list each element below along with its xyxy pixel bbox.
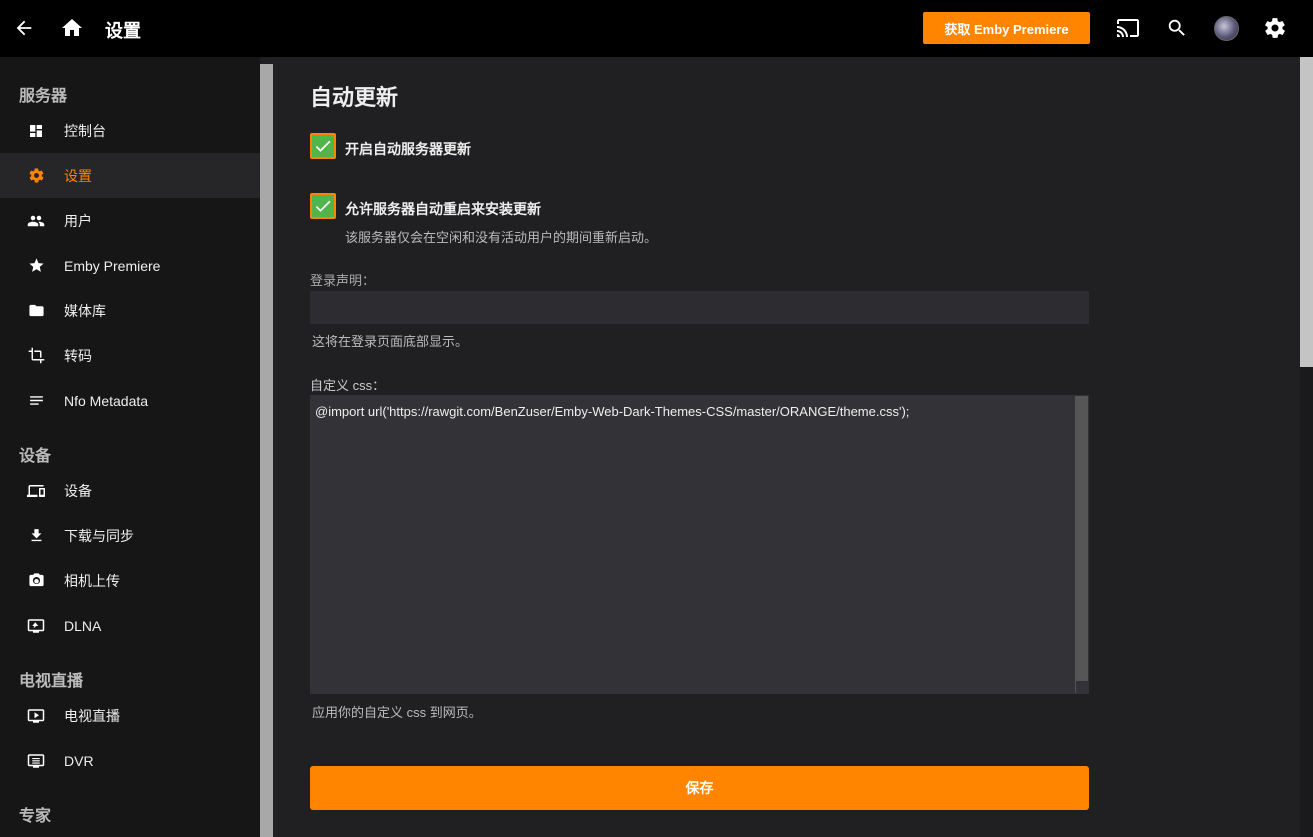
sidebar-item-label: 下载与同步 — [64, 527, 134, 544]
section-title: 自动更新 — [310, 85, 399, 110]
sidebar-item-label: 用户 — [64, 212, 92, 229]
custom-css-textarea[interactable]: @import url('https://rawgit.com/BenZuser… — [310, 395, 1089, 694]
auto-restart-checkbox[interactable] — [310, 193, 336, 219]
login-disclaimer-label: 登录声明： — [310, 273, 376, 288]
tv-icon — [27, 707, 45, 725]
sidebar-item-label: 控制台 — [64, 122, 106, 139]
textarea-scrollbar[interactable] — [1075, 396, 1088, 680]
sidebar-item-emby-premiere[interactable]: Emby Premiere — [0, 243, 260, 288]
sidebar-item-library[interactable]: 媒体库 — [0, 288, 260, 333]
sidebar-item-label: 媒体库 — [64, 302, 106, 319]
folder-icon — [27, 302, 45, 320]
sidebar-item-devices[interactable]: 设备 — [0, 468, 260, 513]
dvr-icon — [27, 752, 45, 770]
people-icon — [27, 212, 45, 230]
screen-share-icon — [27, 617, 45, 635]
custom-css-help: 应用你的自定义 css 到网页。 — [312, 705, 482, 720]
sidebar-item-label: Emby Premiere — [64, 257, 161, 274]
sidebar-scrollbar[interactable] — [260, 64, 273, 837]
sidebar: 服务器 控制台 设置 用户 Emby Premiere 媒体库 转码 Nfo M… — [0, 57, 260, 837]
sidebar-item-transcode[interactable]: 转码 — [0, 333, 260, 378]
devices-icon — [27, 482, 45, 500]
custom-css-label: 自定义 css： — [310, 378, 386, 393]
sidebar-item-label: DVR — [64, 752, 94, 769]
check-icon — [315, 140, 331, 152]
sidebar-item-label: 相机上传 — [64, 572, 120, 589]
check-icon — [315, 200, 331, 212]
sidebar-item-dvr[interactable]: DVR — [0, 738, 260, 783]
gear-icon[interactable] — [1261, 14, 1289, 42]
sidebar-item-live-tv[interactable]: 电视直播 — [0, 693, 260, 738]
sidebar-item-label: 设备 — [64, 482, 92, 499]
get-premiere-button[interactable]: 获取 Emby Premiere — [923, 12, 1090, 44]
auto-restart-help: 该服务器仅会在空闲和没有活动用户的期间重新启动。 — [345, 230, 658, 245]
back-arrow-icon[interactable] — [10, 14, 38, 42]
sidebar-item-label: Nfo Metadata — [64, 392, 149, 409]
sidebar-item-dashboard[interactable]: 控制台 — [0, 108, 260, 153]
sidebar-heading-server: 服务器 — [19, 88, 68, 105]
gear-icon — [27, 167, 45, 185]
sidebar-item-download-sync[interactable]: 下载与同步 — [0, 513, 260, 558]
login-disclaimer-help: 这将在登录页面底部显示。 — [312, 334, 469, 349]
sidebar-heading-expert: 专家 — [19, 808, 52, 825]
crop-icon — [27, 347, 45, 365]
user-avatar[interactable] — [1214, 16, 1239, 41]
textarea-resize-handle[interactable] — [1075, 680, 1088, 693]
dashboard-icon — [27, 122, 45, 140]
sidebar-item-label: 设置 — [64, 167, 92, 184]
sidebar-item-dlna[interactable]: DLNA — [0, 603, 260, 648]
home-icon[interactable] — [58, 14, 86, 42]
sidebar-item-label: 电视直播 — [64, 707, 120, 724]
search-icon[interactable] — [1163, 14, 1191, 42]
auto-update-label: 开启自动服务器更新 — [345, 141, 471, 157]
auto-update-checkbox[interactable] — [310, 133, 336, 159]
sidebar-heading-devices: 设备 — [19, 448, 52, 465]
sidebar-item-label: 转码 — [64, 347, 92, 364]
sidebar-item-settings[interactable]: 设置 — [0, 153, 260, 198]
page-title: 设置 — [105, 21, 141, 41]
sidebar-item-users[interactable]: 用户 — [0, 198, 260, 243]
sidebar-item-label: DLNA — [64, 617, 102, 634]
auto-restart-label: 允许服务器自动重启来安装更新 — [345, 201, 541, 217]
main-scrollbar-thumb[interactable] — [1300, 57, 1313, 367]
sidebar-heading-live-tv: 电视直播 — [19, 673, 84, 690]
save-button[interactable]: 保存 — [310, 766, 1089, 810]
lines-icon — [27, 392, 45, 410]
cast-icon[interactable] — [1114, 14, 1142, 42]
sidebar-item-camera-upload[interactable]: 相机上传 — [0, 558, 260, 603]
sidebar-item-nfo-metadata[interactable]: Nfo Metadata — [0, 378, 260, 423]
login-disclaimer-input[interactable] — [310, 291, 1089, 324]
star-icon — [27, 257, 45, 275]
download-icon — [27, 527, 45, 545]
app-header: 设置 获取 Emby Premiere — [0, 0, 1313, 57]
camera-icon — [27, 572, 45, 590]
